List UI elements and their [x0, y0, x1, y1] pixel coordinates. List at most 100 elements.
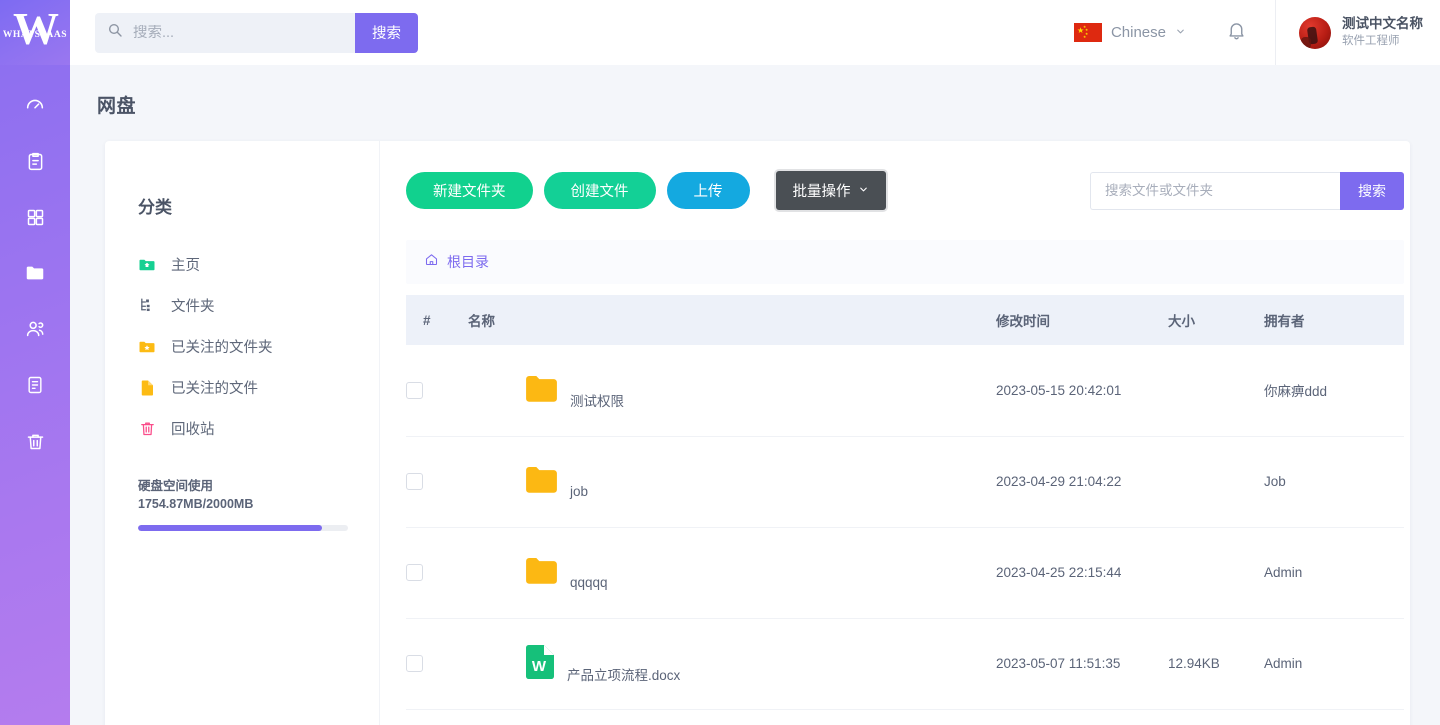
new-folder-button[interactable]: 新建文件夹 [406, 172, 533, 209]
chevron-down-icon [858, 183, 869, 199]
modified-time: 2023-05-07 11:51:35 [996, 656, 1120, 671]
file-owner: Job [1264, 474, 1286, 489]
file-table-body: 测试权限2023-05-15 20:42:01你麻痹dddjob2023-04-… [406, 345, 1404, 709]
column-header-index: # [406, 295, 468, 345]
row-checkbox[interactable] [406, 655, 423, 672]
word-doc-icon: W [526, 645, 554, 682]
row-checkbox[interactable] [406, 473, 423, 490]
row-size-cell: 12.94KB [1168, 618, 1264, 709]
category-item-starred-folders[interactable]: 已关注的文件夹 [138, 326, 379, 367]
category-item-folders[interactable]: 文件夹 [138, 285, 379, 326]
row-select-cell [406, 527, 468, 618]
chevron-down-icon [1175, 24, 1186, 42]
table-row[interactable]: qqqqq 2023-04-25 22:15:44 Admin [406, 527, 1404, 618]
user-name: 测试中文名称 [1342, 16, 1423, 33]
file-name: qqqqq [570, 575, 608, 590]
folder-icon [526, 467, 557, 496]
row-size-cell [1168, 527, 1264, 618]
sidebar-item-tasks[interactable] [0, 133, 70, 189]
row-select-cell [406, 345, 468, 436]
category-item-home[interactable]: 主页 [138, 244, 379, 285]
document-icon [25, 375, 45, 395]
row-name-cell[interactable]: 测试权限 [468, 345, 996, 436]
sidebar-item-dashboard[interactable] [0, 77, 70, 133]
category-list: 主页 文件夹 [138, 244, 379, 449]
category-label: 回收站 [171, 418, 215, 439]
top-header: 搜索 ★★★ ★★ Chinese [70, 0, 1440, 65]
search-icon [107, 22, 133, 43]
file-table-head: # 名称 修改时间 大小 拥有者 [406, 295, 1404, 345]
row-select-cell [406, 618, 468, 709]
row-modified-cell: 2023-05-15 20:42:01 [996, 345, 1168, 436]
breadcrumb[interactable]: 根目录 [406, 240, 1404, 284]
file-owner: Admin [1264, 656, 1302, 671]
users-icon [24, 318, 46, 340]
table-row[interactable]: 测试权限2023-05-15 20:42:01 你麻痹ddd [406, 345, 1404, 436]
primary-sidebar: W WHATSSAAS [0, 0, 70, 725]
folder-icon [526, 558, 557, 587]
file-owner: 你麻痹ddd [1264, 384, 1327, 399]
row-owner-cell: 你麻痹ddd [1264, 345, 1404, 436]
app-logo[interactable]: W WHATSSAAS [0, 0, 70, 65]
sidebar-nav-list [0, 77, 70, 469]
batch-operation-button[interactable]: 批量操作 [776, 171, 886, 210]
netdisk-card: 分类 主页 [105, 141, 1410, 725]
china-flag-icon: ★★★ ★★ [1074, 23, 1102, 42]
file-search: 搜索 [1090, 172, 1404, 210]
app-root: W WHATSSAAS [0, 0, 1440, 725]
category-item-starred-files[interactable]: 已关注的文件 [138, 367, 379, 408]
row-name-cell[interactable]: job [468, 436, 996, 527]
logo-letter: W [13, 6, 57, 52]
file-search-button[interactable]: 搜索 [1340, 172, 1404, 210]
folder-icon [526, 376, 557, 405]
sidebar-item-documents[interactable] [0, 357, 70, 413]
category-panel: 分类 主页 [105, 141, 380, 725]
language-selector[interactable]: ★★★ ★★ Chinese [1066, 23, 1194, 42]
modified-time: 2023-04-25 22:15:44 [996, 565, 1121, 580]
file-owner: Admin [1264, 565, 1302, 580]
category-label: 主页 [171, 254, 200, 275]
sidebar-item-apps[interactable] [0, 189, 70, 245]
table-row[interactable]: job2023-04-29 21:04:22Job [406, 436, 1404, 527]
sidebar-item-trash[interactable] [0, 413, 70, 469]
row-checkbox[interactable] [406, 564, 423, 581]
upload-button[interactable]: 上传 [667, 172, 750, 209]
file-name: job [570, 484, 588, 499]
row-owner-cell: Admin [1264, 618, 1404, 709]
trash-icon [25, 431, 46, 452]
folder-tree-icon [138, 297, 156, 315]
page-title: 网盘 [70, 65, 1440, 118]
sidebar-item-users[interactable] [0, 301, 70, 357]
header-right-cluster: ★★★ ★★ Chinese [1066, 0, 1440, 65]
folder-star-icon [138, 338, 156, 356]
global-search-input[interactable] [133, 25, 343, 41]
user-profile-menu[interactable]: 测试中文名称 软件工程师 [1275, 0, 1440, 65]
row-owner-cell: Job [1264, 436, 1404, 527]
file-search-input[interactable] [1090, 172, 1340, 210]
column-header-size: 大小 [1168, 295, 1264, 345]
category-item-recycle-bin[interactable]: 回收站 [138, 408, 379, 449]
create-file-button[interactable]: 创建文件 [544, 172, 656, 209]
folder-icon [24, 262, 46, 284]
storage-progress-fill [138, 525, 322, 531]
user-role: 软件工程师 [1342, 34, 1423, 48]
global-search-box[interactable] [95, 13, 355, 53]
row-select-cell [406, 436, 468, 527]
row-name-cell[interactable]: qqqqq [468, 527, 996, 618]
trash-icon [138, 420, 156, 438]
notifications-button[interactable] [1216, 20, 1257, 46]
bell-icon [1226, 20, 1247, 46]
category-label: 已关注的文件 [171, 377, 258, 398]
folder-home-icon [138, 256, 156, 274]
table-row[interactable]: W产品立项流程.docx2023-05-07 11:51:35 12.94KBAd… [406, 618, 1404, 709]
row-name-cell[interactable]: W产品立项流程.docx [468, 618, 996, 709]
avatar [1299, 17, 1331, 49]
sidebar-item-files[interactable] [0, 245, 70, 301]
column-header-name: 名称 [468, 295, 996, 345]
file-toolbar: 新建文件夹 创建文件 上传 批量操作 搜索 [406, 171, 1404, 210]
row-checkbox[interactable] [406, 382, 423, 399]
row-modified-cell: 2023-04-25 22:15:44 [996, 527, 1168, 618]
modified-time: 2023-05-15 20:42:01 [996, 383, 1121, 398]
column-header-owner: 拥有者 [1264, 295, 1404, 345]
global-search-button[interactable]: 搜索 [355, 13, 418, 53]
